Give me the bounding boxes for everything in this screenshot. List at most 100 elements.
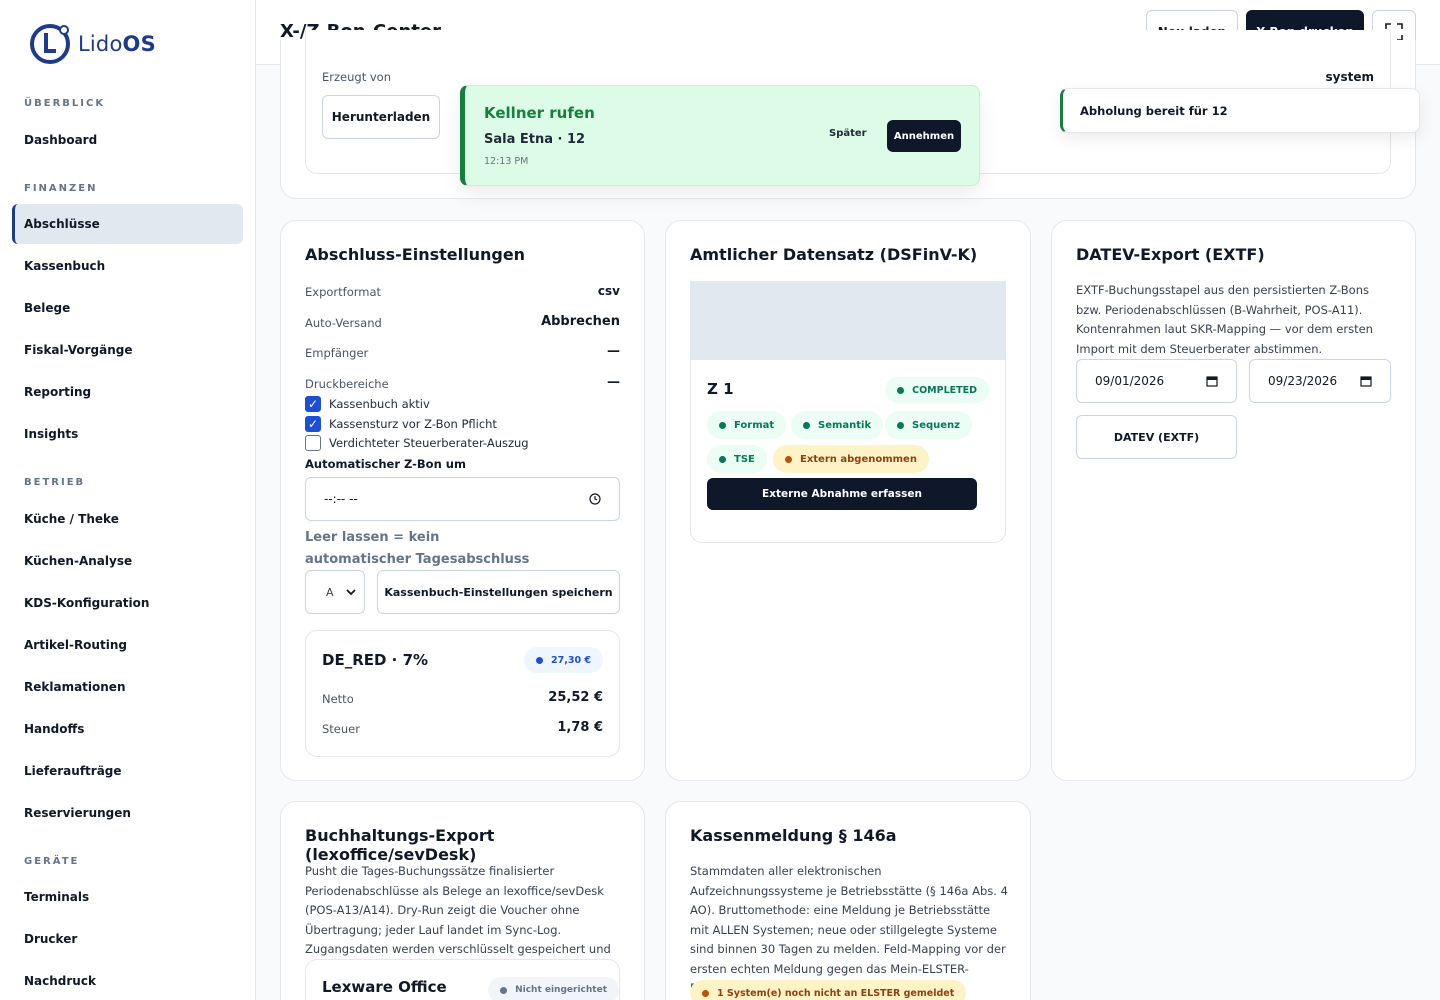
auto-zbon-time-input[interactable]: --:-- --: [305, 477, 620, 521]
logo-icon: [30, 24, 70, 64]
sidebar-item-reklamationen[interactable]: Reklamationen: [12, 667, 243, 707]
nav-group-betrieb: BETRIEB: [24, 477, 86, 488]
dsfinvk-title: Amtlicher Datensatz (DSFinV-K): [690, 245, 978, 264]
later-button[interactable]: Später: [829, 128, 867, 139]
sidebar-item-artikel-routing[interactable]: Artikel-Routing: [12, 625, 243, 665]
clock-icon[interactable]: [589, 493, 601, 505]
created-by-value: system: [1325, 70, 1375, 84]
provider-name: Lexware Office: [322, 978, 447, 996]
sidebar: LidoOS ÜBERBLICK Dashboard FINANZEN Absc…: [0, 0, 256, 1000]
dsfinvk-card: Amtlicher Datensatz (DSFinV-K) Z 1 COMPL…: [665, 220, 1031, 781]
z-record-card: Z 1 COMPLETED Format Semantik Sequenz TS…: [690, 359, 1006, 543]
z-record-title: Z 1: [707, 380, 734, 398]
area-select[interactable]: A: [305, 570, 365, 614]
pickup-ready-text: Abholung bereit für 12: [1080, 104, 1228, 118]
logo[interactable]: LidoOS: [30, 24, 156, 64]
tax-rate-title: DE_RED · 7%: [322, 651, 429, 669]
datev-card: DATEV-Export (EXTF) EXTF-Buchungsstapel …: [1051, 220, 1416, 781]
kassenmeldung-title: Kassenmeldung § 146a: [690, 826, 897, 845]
checkbox-kassensturz[interactable]: ✓ Kassensturz vor Z-Bon Pflicht: [305, 416, 497, 432]
kassenmeldung-card: Kassenmeldung § 146a Stammdaten aller el…: [665, 801, 1031, 1000]
tax-label: Steuer: [322, 722, 360, 736]
logo-text: LidoOS: [78, 32, 156, 56]
sidebar-item-kassenbuch[interactable]: Kassenbuch: [12, 246, 243, 286]
kassenmeldung-description: Stammdaten aller elektronischen Aufzeich…: [690, 864, 1008, 995]
sidebar-item-abschluesse[interactable]: Abschlüsse: [12, 204, 243, 244]
sidebar-item-belege[interactable]: Belege: [12, 288, 243, 328]
accounting-export-title: Buchhaltungs-Export (lexoffice/sevDesk): [305, 826, 495, 864]
accounting-export-card: Buchhaltungs-Export (lexoffice/sevDesk) …: [280, 801, 645, 1000]
datev-description: EXTF-Buchungsstapel aus den persistierte…: [1076, 283, 1373, 356]
recipient-label: Empfänger: [305, 346, 369, 360]
export-format-value: csv: [597, 284, 620, 298]
sidebar-item-kds[interactable]: KDS-Konfiguration: [12, 583, 243, 623]
status-dot-icon: [785, 455, 792, 463]
tax-total-badge: 27,30 €: [524, 647, 603, 673]
recipient-value: —: [607, 344, 620, 359]
date-to-input[interactable]: 09/23/2026: [1249, 359, 1391, 403]
datev-export-button[interactable]: DATEV (EXTF): [1076, 415, 1237, 459]
status-dot-icon: [719, 421, 726, 429]
net-value: 25,52 €: [548, 690, 603, 705]
check-badge-format: Format: [707, 411, 787, 439]
net-label: Netto: [322, 692, 354, 706]
checkbox-verdichtet[interactable]: Verdichteter Steuerberater-Auszug: [305, 435, 529, 451]
created-by-label: Erzeugt von: [322, 70, 391, 84]
sidebar-item-kueche[interactable]: Küche / Theke: [12, 499, 243, 539]
sidebar-item-insights[interactable]: Insights: [12, 414, 243, 454]
checkbox-checked-icon[interactable]: ✓: [305, 416, 321, 432]
check-badge-extern: Extern abgenommen: [773, 445, 929, 473]
save-kassenbuch-settings-button[interactable]: Kassenbuch-Einstellungen speichern: [377, 570, 620, 614]
download-button[interactable]: Herunterladen: [322, 95, 440, 139]
auto-send-label: Auto-Versand: [305, 316, 382, 330]
tax-value: 1,78 €: [557, 720, 603, 735]
toast-time: 12:13 PM: [484, 156, 529, 167]
sidebar-item-terminals[interactable]: Terminals: [12, 877, 243, 917]
nav-group-geraete: GERÄTE: [24, 856, 80, 867]
auto-zbon-hint: Leer lassen = kein automatischer Tagesab…: [305, 530, 530, 567]
provider-card: Lexware Office Nicht eingerichtet: [305, 959, 620, 1000]
print-areas-label: Druckbereiche: [305, 377, 389, 391]
status-dot-icon: [803, 421, 810, 429]
provider-status-badge: Nicht eingerichtet: [488, 977, 619, 1000]
accept-button[interactable]: Annehmen: [887, 120, 961, 152]
status-dot-icon: [897, 421, 904, 429]
external-acceptance-button[interactable]: Externe Abnahme erfassen: [707, 478, 977, 510]
dsfinvk-placeholder: [690, 281, 1006, 359]
waiter-call-toast: Kellner rufen Sala Etna · 12 12:13 PM Sp…: [460, 85, 980, 186]
sidebar-item-drucker[interactable]: Drucker: [12, 919, 243, 959]
check-badge-tse: TSE: [707, 445, 767, 473]
checkbox-kassenbuch-aktiv[interactable]: ✓ Kassenbuch aktiv: [305, 396, 430, 412]
sidebar-item-dashboard[interactable]: Dashboard: [12, 120, 243, 160]
checkbox-unchecked-icon[interactable]: [305, 435, 321, 451]
checkbox-checked-icon[interactable]: ✓: [305, 396, 321, 412]
tax-rate-card: DE_RED · 7% 27,30 € Netto 25,52 € Steuer…: [305, 630, 620, 757]
date-from-input[interactable]: 09/01/2026: [1076, 359, 1237, 403]
sidebar-item-reservierungen[interactable]: Reservierungen: [12, 793, 243, 833]
sidebar-item-lieferauftraege[interactable]: Lieferaufträge: [12, 751, 243, 791]
datev-title: DATEV-Export (EXTF): [1076, 245, 1265, 264]
sidebar-item-kuechen-analyse[interactable]: Küchen-Analyse: [12, 541, 243, 581]
sidebar-item-handoffs[interactable]: Handoffs: [12, 709, 243, 749]
auto-send-value: Abbrechen: [541, 314, 620, 329]
print-areas-value: —: [607, 375, 620, 390]
calendar-icon[interactable]: [1360, 375, 1372, 387]
nav-group-finanzen: FINANZEN: [24, 183, 98, 194]
status-dot-icon: [897, 386, 905, 394]
status-dot-icon: [536, 656, 544, 664]
status-dot-icon: [719, 455, 726, 463]
status-dot-icon: [702, 989, 709, 997]
sidebar-item-nachdruck[interactable]: Nachdruck: [12, 961, 243, 1000]
check-badge-semantik: Semantik: [791, 411, 884, 439]
chevron-down-icon: [346, 589, 356, 596]
closing-settings-title: Abschluss-Einstellungen: [305, 245, 526, 264]
status-dot-icon: [500, 986, 508, 994]
sidebar-item-reporting[interactable]: Reporting: [12, 372, 243, 412]
closing-settings-card: Abschluss-Einstellungen Exportformat csv…: [280, 220, 645, 781]
export-format-label: Exportformat: [305, 285, 382, 299]
sidebar-item-fiskal[interactable]: Fiskal-Vorgänge: [12, 330, 243, 370]
check-badge-sequenz: Sequenz: [885, 411, 972, 439]
status-badge: COMPLETED: [885, 377, 989, 403]
calendar-icon[interactable]: [1206, 375, 1218, 387]
toast-title: Kellner rufen: [484, 104, 595, 122]
